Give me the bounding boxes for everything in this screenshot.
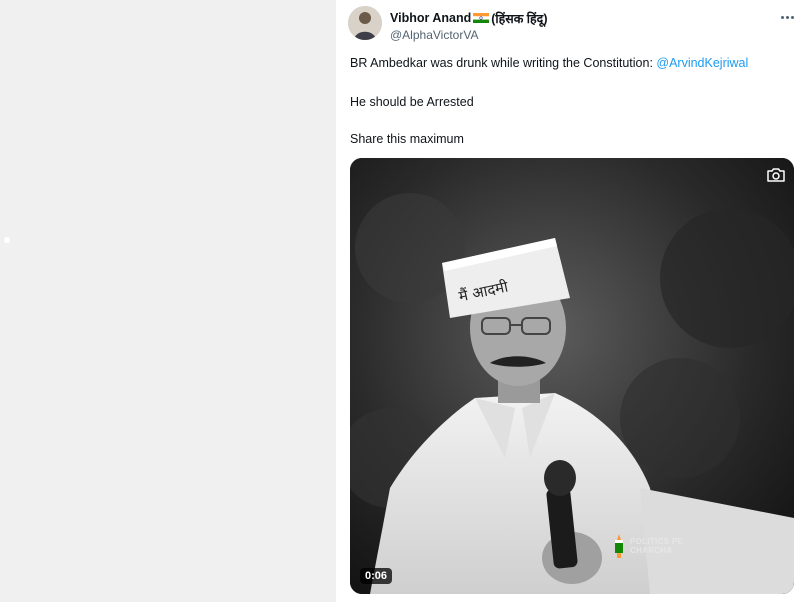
watermark-logo-icon <box>615 534 623 558</box>
watermark-line-1: POLITICS PE <box>630 537 684 546</box>
watermark: POLITICS PE CHARCHA <box>612 534 700 558</box>
tweet-card[interactable]: Vibhor Anand (हिंसक हिंदू) @AlphaVictorV… <box>337 0 800 602</box>
video-duration-badge: 0:06 <box>360 568 393 584</box>
tweet-text: BR Ambedkar was drunk while writing the … <box>350 56 657 70</box>
video-player[interactable]: मैं आदमी POLITICS PE CHARCHA 0:06 <box>350 158 794 594</box>
video-frame: मैं आदमी <box>350 158 794 594</box>
author-name-row[interactable]: Vibhor Anand (हिंसक हिंदू) <box>390 9 548 27</box>
watermark-line-2: CHARCHA <box>630 546 673 555</box>
tweet-text-line-3: Share this maximum <box>350 132 464 146</box>
left-background-pane <box>0 0 336 602</box>
more-horizontal-icon[interactable] <box>777 10 797 24</box>
author-handle[interactable]: @AlphaVictorVA <box>390 28 478 42</box>
camera-icon[interactable] <box>766 167 786 183</box>
author-name[interactable]: Vibhor Anand <box>390 11 471 25</box>
left-dot <box>4 237 10 243</box>
india-flag-icon <box>473 13 490 23</box>
tweet-text-line-2: He should be Arrested <box>350 95 474 109</box>
avatar[interactable] <box>348 6 382 40</box>
author-name-suffix: (हिंसक हिंदू) <box>491 11 548 26</box>
mention-link[interactable]: @ArvindKejriwal <box>656 56 748 70</box>
tweet-text-line-1: BR Ambedkar was drunk while writing the … <box>350 56 748 70</box>
